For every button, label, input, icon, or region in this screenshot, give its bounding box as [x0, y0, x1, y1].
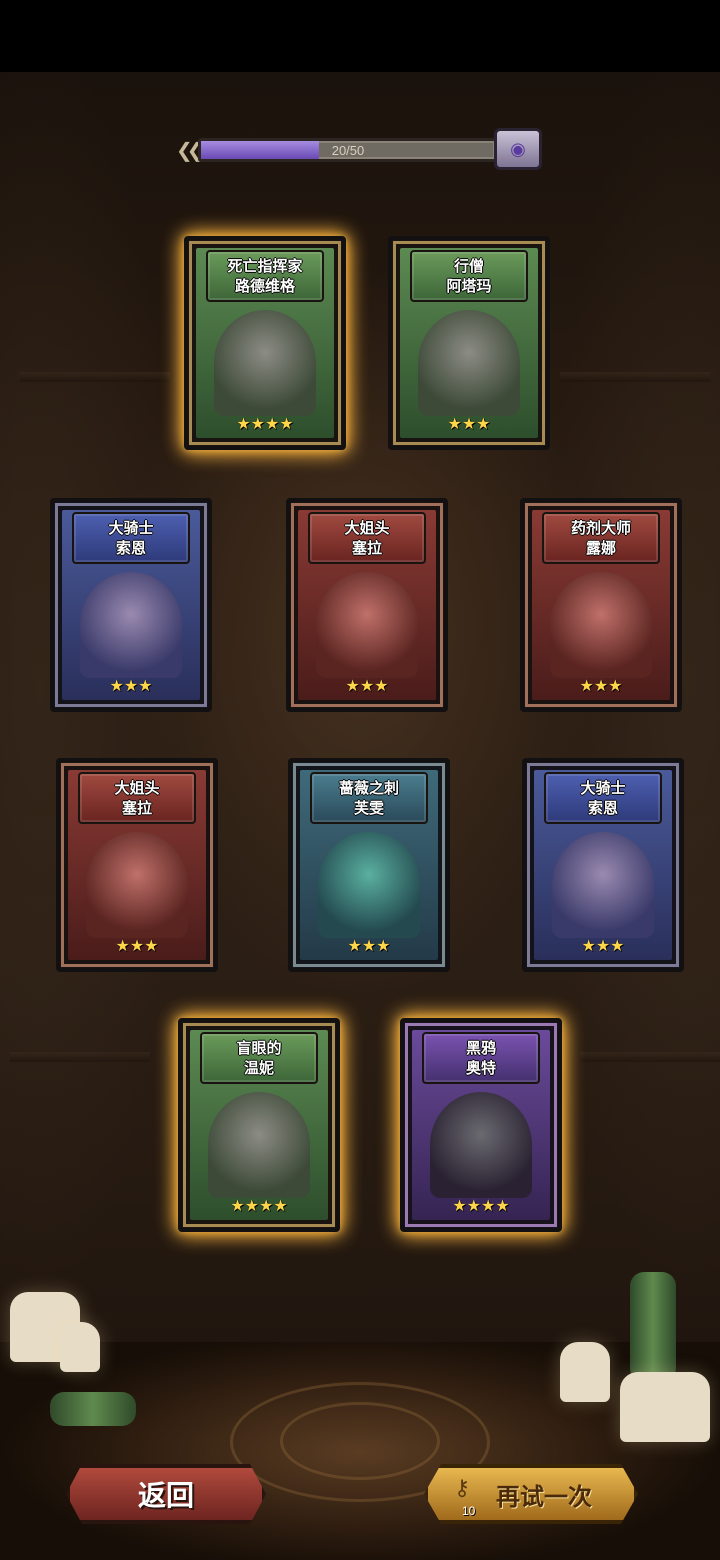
- hero-name-line2: 露娜: [585, 539, 616, 557]
- progress-text: 20/50: [331, 143, 365, 158]
- star-rating: ★★★: [347, 936, 391, 955]
- hero-name-banner: 大姐头 塞拉: [308, 512, 426, 564]
- hero-portrait: [86, 832, 188, 938]
- hero-name-line1: 行僧: [453, 257, 484, 275]
- hero-portrait: [316, 572, 418, 678]
- hero-name-banner: 盲眼的 温妮: [200, 1032, 318, 1084]
- key-icon: ⚷: [454, 1476, 471, 1501]
- star-rating: ★★★★: [230, 1196, 288, 1215]
- hero-name-banner: 大骑士 索恩: [72, 512, 190, 564]
- hero-portrait: [550, 572, 652, 678]
- hero-card[interactable]: 药剂大师露娜 ★★★: [520, 498, 682, 712]
- star-rating: ★★★: [581, 936, 625, 955]
- hero-card[interactable]: 黑鸦奥特 ★★★★: [400, 1018, 562, 1232]
- hero-portrait: [318, 832, 420, 938]
- hero-name-line1: 大骑士: [580, 779, 626, 797]
- status-bar: [0, 0, 720, 72]
- progress-track: 20/50: [198, 138, 498, 162]
- star-rating: ★★★: [115, 936, 159, 955]
- hero-name-line1: 药剂大师: [570, 519, 631, 537]
- hero-name-line1: 大骑士: [108, 519, 154, 537]
- hero-name-banner: 大骑士 索恩: [544, 772, 662, 824]
- hero-name-banner: 行僧 阿塔玛: [410, 250, 528, 302]
- arrow-left-icon: ❮❮: [176, 138, 203, 162]
- hero-card[interactable]: 死亡指挥家路德维格 ★★★★: [184, 236, 346, 450]
- hero-name-line1: 死亡指挥家: [227, 257, 303, 275]
- hero-portrait: [418, 310, 520, 416]
- hero-card[interactable]: 蔷薇之刺芙雯 ★★★: [288, 758, 450, 972]
- hero-card[interactable]: 大姐头塞拉 ★★★: [286, 498, 448, 712]
- hero-card[interactable]: 大骑士索恩 ★★★: [522, 758, 684, 972]
- hero-card[interactable]: 大姐头塞拉 ★★★: [56, 758, 218, 972]
- star-rating: ★★★: [345, 676, 389, 695]
- hero-card[interactable]: 大骑士索恩 ★★★: [50, 498, 212, 712]
- retry-button-label: 再试一次: [496, 1482, 592, 1511]
- hero-portrait: [214, 310, 316, 416]
- star-rating: ★★★★: [236, 414, 294, 433]
- hero-portrait: [80, 572, 182, 678]
- hero-name-line1: 大姐头: [114, 779, 160, 797]
- hero-name-banner: 蔷薇之刺 芙雯: [310, 772, 428, 824]
- hero-card[interactable]: 行僧阿塔玛 ★★★: [388, 236, 550, 450]
- hero-name-line2: 路德维格: [234, 277, 295, 295]
- hero-portrait: [552, 832, 654, 938]
- hero-name-line2: 索恩: [115, 539, 146, 557]
- hero-name-line2: 芙雯: [353, 799, 384, 817]
- candle-right: [560, 1342, 610, 1402]
- hero-name-line2: 索恩: [587, 799, 618, 817]
- hero-name-banner: 药剂大师 露娜: [542, 512, 660, 564]
- retry-cost: 10: [462, 1504, 476, 1518]
- hero-name-line1: 蔷薇之刺: [338, 779, 399, 797]
- hero-name-line2: 奥特: [465, 1059, 496, 1077]
- hero-name-line2: 阿塔玛: [446, 277, 492, 295]
- hero-name-banner: 大姐头 塞拉: [78, 772, 196, 824]
- summon-progress: ❮❮ 20/50 ◉: [176, 128, 548, 172]
- back-button[interactable]: 返回: [66, 1464, 266, 1524]
- hero-name-line2: 塞拉: [121, 799, 152, 817]
- hero-name-line1: 大姐头: [344, 519, 390, 537]
- bottle-right: [630, 1272, 676, 1382]
- hero-portrait: [430, 1092, 532, 1198]
- star-rating: ★★★: [447, 414, 491, 433]
- hero-name-line1: 黑鸦: [465, 1039, 496, 1057]
- hero-name-banner: 黑鸦 奥特: [422, 1032, 540, 1084]
- hero-name-line2: 塞拉: [351, 539, 382, 557]
- star-rating: ★★★: [109, 676, 153, 695]
- hero-name-line2: 温妮: [243, 1059, 274, 1077]
- hero-portrait: [208, 1092, 310, 1198]
- hero-name-line1: 盲眼的: [236, 1039, 282, 1057]
- star-rating: ★★★★: [452, 1196, 510, 1215]
- retry-button[interactable]: ⚷ 10 再试一次: [424, 1464, 638, 1524]
- back-button-label: 返回: [137, 1479, 194, 1512]
- star-rating: ★★★: [579, 676, 623, 695]
- bottle-left: [50, 1392, 136, 1426]
- hero-name-banner: 死亡指挥家 路德维格: [206, 250, 324, 302]
- hero-card[interactable]: 盲眼的温妮 ★★★★: [178, 1018, 340, 1232]
- reward-chest-icon[interactable]: ◉: [494, 128, 542, 170]
